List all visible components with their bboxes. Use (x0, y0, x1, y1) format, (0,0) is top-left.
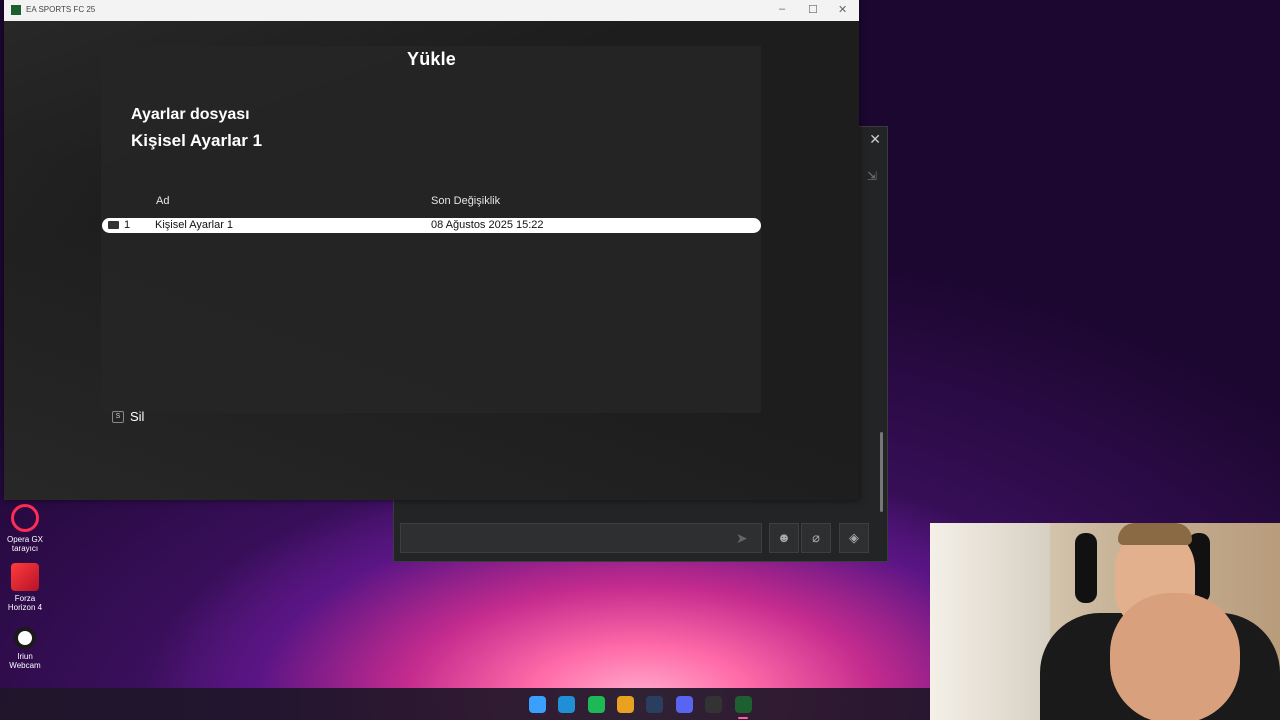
edge-icon[interactable] (558, 696, 575, 713)
close-button[interactable]: ✕ (838, 3, 847, 16)
emoji-icon[interactable]: ☻ (769, 523, 799, 553)
ea-fc-icon[interactable] (735, 696, 752, 713)
windows-start-icon[interactable] (529, 696, 546, 713)
column-header-name: Ad (156, 195, 170, 207)
send-icon[interactable]: ➤ (736, 530, 748, 547)
iriun-webcam-icon (14, 627, 36, 649)
minimize-button[interactable]: – (779, 3, 785, 15)
steam-icon[interactable] (646, 696, 663, 713)
page-title: Yükle (406, 49, 457, 69)
slot-icon (108, 221, 119, 229)
webcam-person-hand (1110, 593, 1240, 720)
desktop-icon-label: Forza (14, 594, 36, 603)
desktop-icon-iriun[interactable]: Iriun Webcam (4, 627, 46, 670)
obs-icon[interactable] (705, 696, 722, 713)
row-name: Kişisel Ayarlar 1 (155, 219, 234, 231)
desktop-icon-label: Iriun (17, 652, 33, 661)
game-screen: Yükle Ayarlar dosyası Kişisel Ayarlar 1 … (4, 21, 859, 500)
spotify-icon[interactable] (588, 696, 605, 713)
chat-message-input[interactable] (400, 523, 762, 553)
opera-gx-icon (11, 504, 39, 532)
row-date: 08 Ağustos 2025 15:22 (431, 219, 544, 231)
desktop-icon-label: Horizon 4 (7, 603, 43, 612)
webcam-overlay (930, 523, 1280, 720)
desktop-icon-label: tarayıcı (11, 544, 39, 553)
webcam-background (930, 523, 1050, 720)
maximize-button[interactable]: ☐ (808, 3, 818, 16)
desktop-icon-label: Opera GX (6, 535, 43, 544)
discord-icon[interactable] (676, 696, 693, 713)
delete-button[interactable]: Sil (130, 409, 144, 424)
delete-key-icon: S (112, 411, 124, 423)
desktop-icon-forza[interactable]: Forza Horizon 4 (4, 563, 46, 612)
game-window: EA SPORTS FC 25 – ☐ ✕ Yükle Ayarlar dosy… (4, 0, 859, 500)
webcam-person-hair (1118, 523, 1192, 545)
table-row[interactable]: 1 Kişisel Ayarlar 1 08 Ağustos 2025 15:2… (102, 218, 761, 233)
window-titlebar[interactable]: EA SPORTS FC 25 – ☐ ✕ (4, 0, 859, 21)
row-number: 1 (124, 219, 131, 231)
paperclip-icon[interactable]: ⌀ (801, 523, 831, 553)
settings-file-name: Kişisel Ayarlar 1 (131, 131, 263, 150)
gift-icon[interactable]: ◈ (839, 523, 869, 553)
headphone-left (1075, 533, 1097, 603)
window-title: EA SPORTS FC 25 (26, 5, 96, 14)
chat-close-button[interactable]: ✕ (869, 131, 881, 148)
column-header-modified: Son Değişiklik (431, 195, 501, 207)
active-app-indicator (738, 717, 748, 719)
forza-icon (11, 563, 39, 591)
chat-scrollbar[interactable] (880, 432, 883, 512)
taskbar (0, 688, 930, 720)
pin-icon[interactable]: ⇲ (867, 169, 877, 183)
desktop-icon-label: Webcam (9, 661, 41, 670)
ea-fc-icon (11, 5, 21, 15)
chrome-icon[interactable] (617, 696, 634, 713)
desktop-icon-opera-gx[interactable]: Opera GX tarayıcı (4, 504, 46, 553)
settings-file-label: Ayarlar dosyası (131, 106, 250, 123)
